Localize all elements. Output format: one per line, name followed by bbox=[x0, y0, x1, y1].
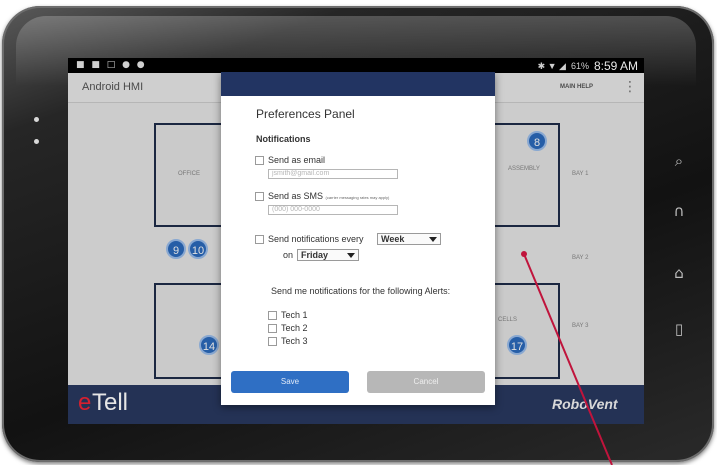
status-right: ✱ ▼ ◢ 61% 8:59 AM bbox=[538, 59, 638, 73]
alert-checkbox[interactable] bbox=[268, 337, 277, 346]
preferences-dialog: Preferences Panel Notifications Send as … bbox=[221, 72, 495, 405]
battery-percent: 61% bbox=[570, 61, 589, 71]
day-select[interactable]: Friday bbox=[297, 249, 359, 261]
dialog-title: Preferences Panel bbox=[256, 107, 355, 121]
robovent-logo: RoboVent bbox=[552, 396, 618, 412]
on-label: on bbox=[283, 250, 294, 260]
cancel-button[interactable]: Cancel bbox=[367, 371, 485, 393]
sms-label-text: Send as SMS bbox=[268, 191, 324, 201]
chevron-down-icon bbox=[429, 237, 437, 242]
save-button[interactable]: Save bbox=[231, 371, 349, 393]
signal-icon: ✱ ▼ ◢ bbox=[537, 60, 566, 71]
etell-logo-e: e bbox=[78, 389, 92, 416]
notification-icons: ■ ■ □ ● ● bbox=[76, 60, 147, 70]
phone-field[interactable]: (000) 000-0000 bbox=[268, 205, 398, 215]
sms-rates-note: (carrier messaging rates may apply) bbox=[325, 195, 390, 200]
alert-checkbox[interactable] bbox=[268, 324, 277, 333]
status-bar: ■ ■ □ ● ● ✱ ▼ ◢ 61% 8:59 AM bbox=[68, 58, 644, 73]
alert-label: Tech 2 bbox=[281, 323, 308, 333]
alerts-heading: Send me notifications for the following … bbox=[271, 286, 451, 296]
chevron-down-icon bbox=[347, 253, 355, 258]
alert-label: Tech 3 bbox=[281, 336, 308, 346]
home-key-icon[interactable]: ⌂ bbox=[668, 262, 690, 284]
sms-checkbox[interactable] bbox=[255, 192, 264, 201]
period-value: Week bbox=[381, 234, 405, 244]
schedule-checkbox[interactable] bbox=[255, 235, 264, 244]
email-checkbox[interactable] bbox=[255, 156, 264, 165]
sensor-dot bbox=[34, 139, 39, 144]
dialog-header-bar bbox=[221, 72, 495, 96]
email-field[interactable]: jsmith@gmail.com bbox=[268, 169, 398, 179]
search-key-icon[interactable]: ⌕ bbox=[668, 150, 690, 172]
back-key-icon[interactable]: ∩ bbox=[668, 200, 690, 222]
front-camera-dot bbox=[34, 117, 39, 122]
tablet-screen: ■ ■ □ ● ● ✱ ▼ ◢ 61% 8:59 AM Android HMI … bbox=[68, 58, 644, 424]
photo-stage: ⌕ ∩ ⌂ ▯ ■ ■ □ ● ● ✱ ▼ ◢ 61% 8:59 AM Andr… bbox=[0, 0, 717, 465]
alert-checkbox[interactable] bbox=[268, 311, 277, 320]
clock: 8:59 AM bbox=[593, 59, 638, 73]
day-value: Friday bbox=[301, 250, 329, 260]
etell-logo: Tell bbox=[92, 389, 129, 416]
schedule-label: Send notifications every bbox=[268, 234, 364, 244]
menu-key-icon[interactable]: ▯ bbox=[668, 318, 690, 340]
alert-label: Tech 1 bbox=[281, 310, 308, 320]
email-label: Send as email bbox=[268, 155, 326, 165]
sms-label: Send as SMS (carrier messaging rates may… bbox=[268, 191, 389, 201]
notifications-heading: Notifications bbox=[256, 134, 311, 144]
period-select[interactable]: Week bbox=[377, 233, 441, 245]
